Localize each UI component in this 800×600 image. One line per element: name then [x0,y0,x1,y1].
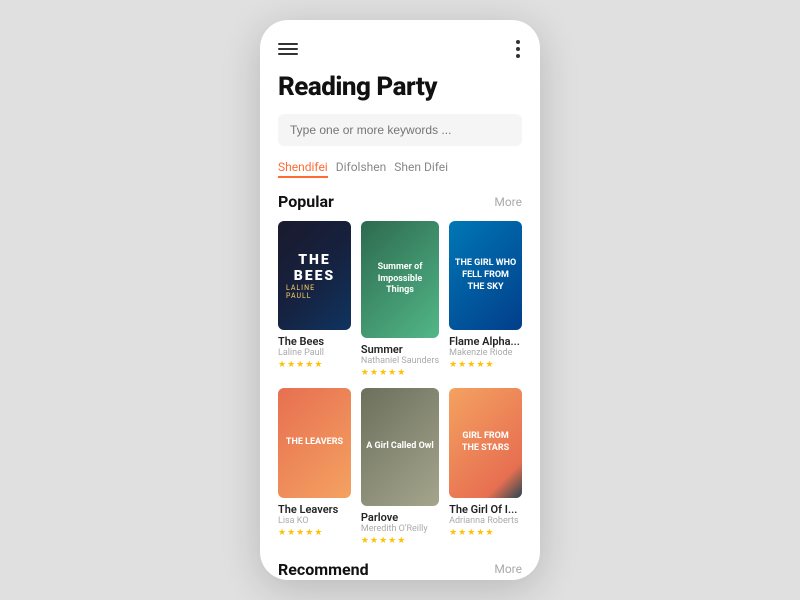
book-item[interactable]: THEBEESLALINE PAULL The Bees Laline Paul… [278,221,351,378]
popular-books-grid: THEBEESLALINE PAULL The Bees Laline Paul… [278,221,522,546]
recommend-title: Recommend [278,560,369,579]
book-stars: ★★★★★ [449,528,522,538]
book-title: The Bees [278,335,351,348]
book-author: Meredith O'Reilly [361,524,439,534]
book-stars: ★★★★★ [278,360,351,370]
top-bar [260,20,540,66]
book-item[interactable]: THE GIRL WHO FELL FROM THE SKY Flame Alp… [449,221,522,378]
search-input[interactable] [290,123,510,137]
tag-shendifei[interactable]: Shendifei [278,158,328,178]
phone-container: Reading Party Shendifei Difolshen Shen D… [260,20,540,580]
book-stars: ★★★★★ [361,368,439,378]
tag-difolshen[interactable]: Difolshen [336,158,387,178]
star-icon: ★ [449,360,457,370]
star-icon: ★ [467,360,475,370]
book-stars: ★★★★★ [361,536,439,546]
star-icon: ★ [278,528,286,538]
star-icon: ★ [397,536,405,546]
star-icon: ★ [379,536,387,546]
star-icon: ★ [361,368,369,378]
book-title: Flame Alpha... [449,335,522,348]
book-author: Lisa KO [278,516,351,526]
star-icon: ★ [449,528,457,538]
tag-list: Shendifei Difolshen Shen Difei [260,158,540,192]
star-icon: ★ [388,368,396,378]
book-item[interactable]: Summer of Impossible Things Summer Natha… [361,221,439,378]
star-icon: ★ [458,360,466,370]
recommend-header: Recommend More [278,560,522,579]
popular-title: Popular [278,192,334,211]
recommend-section: Recommend More [260,560,540,580]
star-icon: ★ [476,528,484,538]
book-cover: GIRL FROM THE STARS [449,388,522,497]
star-icon: ★ [388,536,396,546]
book-item[interactable]: GIRL FROM THE STARS The Girl Of I... Adr… [449,388,522,545]
book-item[interactable]: THE LEAVERS The Leavers Lisa KO ★★★★★ [278,388,351,545]
more-options-icon[interactable] [514,38,522,60]
star-icon: ★ [287,528,295,538]
book-title: The Leavers [278,503,351,516]
book-stars: ★★★★★ [449,360,522,370]
popular-more-button[interactable]: More [494,195,522,209]
star-icon: ★ [361,536,369,546]
popular-header: Popular More [278,192,522,211]
star-icon: ★ [305,360,313,370]
book-title: Parlove [361,511,439,524]
star-icon: ★ [305,528,313,538]
book-cover: A Girl Called Owl [361,388,439,505]
book-stars: ★★★★★ [278,528,351,538]
recommend-more-button[interactable]: More [494,562,522,576]
book-item[interactable]: A Girl Called Owl Parlove Meredith O'Rei… [361,388,439,545]
star-icon: ★ [370,536,378,546]
book-cover: THE GIRL WHO FELL FROM THE SKY [449,221,522,330]
page-title: Reading Party [260,66,540,114]
menu-icon[interactable] [278,43,298,55]
book-author: Laline Paull [278,348,351,358]
star-icon: ★ [278,360,286,370]
star-icon: ★ [458,528,466,538]
book-title: Summer [361,343,439,356]
star-icon: ★ [287,360,295,370]
book-author: Makenzie Riode [449,348,522,358]
star-icon: ★ [370,368,378,378]
star-icon: ★ [296,360,304,370]
star-icon: ★ [485,528,493,538]
star-icon: ★ [467,528,475,538]
star-icon: ★ [476,360,484,370]
star-icon: ★ [379,368,387,378]
star-icon: ★ [314,528,322,538]
search-container[interactable] [278,114,522,146]
book-cover: Summer of Impossible Things [361,221,439,338]
popular-section: Popular More THEBEESLALINE PAULL The Bee… [260,192,540,560]
star-icon: ★ [296,528,304,538]
book-author: Nathaniel Saunders [361,356,439,366]
star-icon: ★ [397,368,405,378]
book-cover: THEBEESLALINE PAULL [278,221,351,330]
book-title: The Girl Of I... [449,503,522,516]
scroll-area: Reading Party Shendifei Difolshen Shen D… [260,20,540,580]
tag-shen-difei[interactable]: Shen Difei [394,158,448,178]
star-icon: ★ [485,360,493,370]
book-author: Adrianna Roberts [449,516,522,526]
book-cover: THE LEAVERS [278,388,351,497]
star-icon: ★ [314,360,322,370]
